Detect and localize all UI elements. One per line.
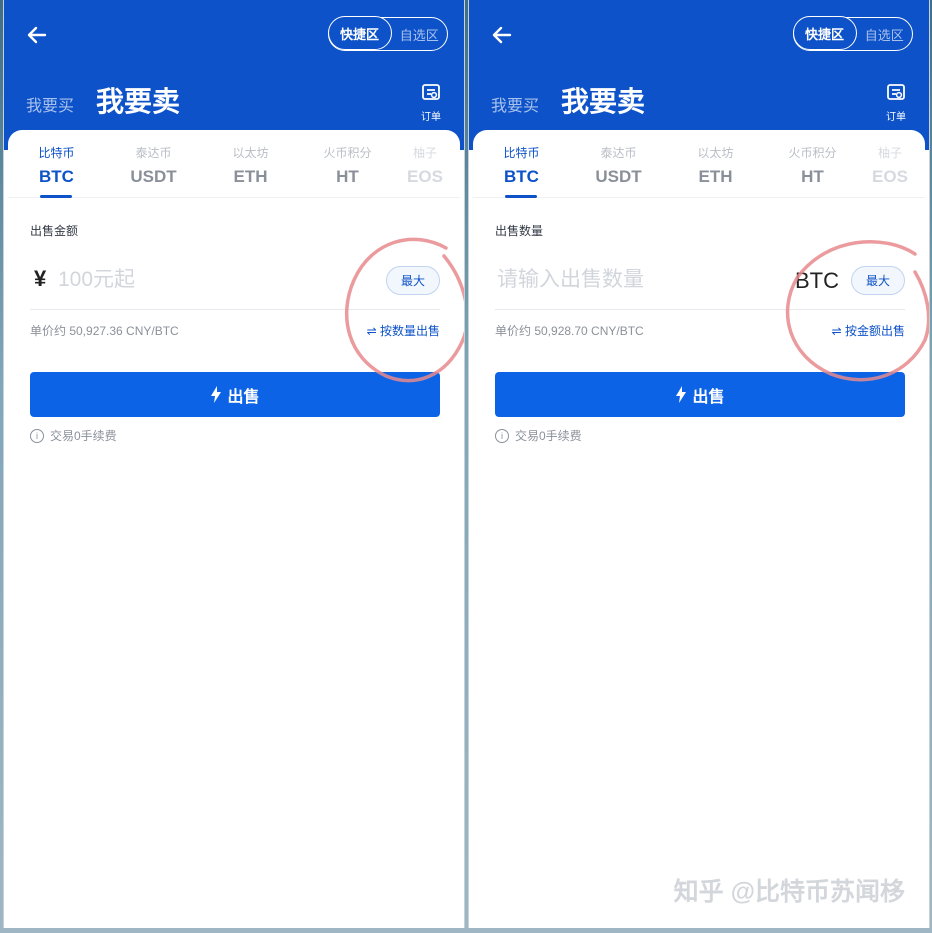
quantity-input[interactable] [497, 262, 757, 298]
buy-tab[interactable]: 我要买 [26, 92, 74, 116]
orders-button[interactable]: 订单 [881, 84, 911, 123]
field-label: 出售数量 [495, 224, 544, 238]
unit-label: BTC [795, 268, 839, 293]
fee-note-text: 交易0手续费 [50, 429, 117, 443]
coin-symbol: HT [336, 167, 359, 186]
quantity-input-row: BTC 最大 [495, 254, 905, 310]
price-row: 单价约 50,928.70 CNY/BTC ⇌ 按金额出售 [495, 322, 905, 339]
screen-sell-by-quantity: 快捷区 自选区 我要买 我要卖 订单 比特币 BTC 泰达币 USDT 以太坊 ETH… [468, 0, 930, 928]
coin-tab-eth[interactable]: 以太坊 ETH [667, 140, 764, 197]
max-button[interactable]: 最大 [851, 266, 905, 295]
info-icon: i [30, 428, 44, 443]
coin-tab-usdt[interactable]: 泰达币 USDT [105, 140, 202, 197]
quick-zone-tab[interactable]: 快捷区 [327, 16, 392, 51]
orders-label: 订单 [886, 112, 906, 123]
coin-cn-name: 火币积分 [323, 146, 372, 160]
coin-cn-name: 柚子 [877, 146, 902, 160]
coin-tab-eth[interactable]: 以太坊 ETH [202, 140, 299, 197]
amount-input[interactable] [58, 262, 308, 298]
coin-symbol: EOS [407, 167, 443, 186]
switch-label: 按金额出售 [844, 324, 905, 338]
sell-button[interactable]: 出售 [30, 372, 440, 417]
coin-cn-name: 泰达币 [600, 146, 637, 160]
fee-note: i 交易0手续费 [495, 427, 582, 444]
orders-button[interactable]: 订单 [416, 84, 446, 123]
top-header: 快捷区 自选区 我要买 我要卖 订单 [4, 0, 464, 150]
coin-symbol: USDT [595, 167, 642, 186]
fee-note-text: 交易0手续费 [515, 429, 582, 443]
switch-mode-link[interactable]: ⇌ 按数量出售 [367, 322, 440, 339]
coin-symbol: BTC [504, 167, 539, 186]
top-header: 快捷区 自选区 我要买 我要卖 订单 [469, 0, 929, 150]
coin-tabs: 比特币 BTC 泰达币 USDT 以太坊 ETH 火币积分 HT 柚子 EOS [8, 140, 460, 198]
quick-zone-tab[interactable]: 快捷区 [792, 16, 857, 51]
unit-price: 单价约 50,928.70 CNY/BTC [495, 324, 644, 338]
max-button[interactable]: 最大 [386, 266, 440, 295]
orders-icon [887, 84, 905, 100]
coin-symbol: EOS [872, 167, 908, 186]
switch-mode-link[interactable]: ⇌ 按金额出售 [832, 322, 905, 339]
zone-toggle: 快捷区 自选区 [792, 16, 913, 51]
coin-cn-name: 泰达币 [135, 146, 172, 160]
coin-symbol: ETH [233, 167, 268, 186]
coin-cn-name: 火币积分 [788, 146, 837, 160]
orders-icon [422, 84, 440, 100]
select-zone-tab[interactable]: 自选区 [392, 25, 448, 44]
coin-tab-ht[interactable]: 火币积分 HT [764, 140, 861, 197]
field-label: 出售金额 [30, 224, 79, 238]
coin-tab-ht[interactable]: 火币积分 HT [299, 140, 396, 197]
unit-price: 单价约 50,927.36 CNY/BTC [30, 324, 179, 338]
arrow-left-icon [27, 26, 47, 44]
coin-symbol: HT [801, 167, 824, 186]
arrow-left-icon [492, 26, 512, 44]
sell-button-label: 出售 [227, 388, 260, 406]
price-row: 单价约 50,927.36 CNY/BTC ⇌ 按数量出售 [30, 322, 440, 339]
coin-tabs: 比特币 BTC 泰达币 USDT 以太坊 ETH 火币积分 HT 柚子 EOS [473, 140, 925, 198]
back-button[interactable] [487, 20, 517, 50]
amount-input-row: ¥ 最大 [30, 254, 440, 310]
swap-icon: ⇌ [831, 324, 845, 338]
switch-label: 按数量出售 [379, 324, 440, 338]
lightning-icon [676, 386, 687, 403]
lightning-icon [211, 386, 222, 403]
sell-title: 我要卖 [561, 86, 646, 117]
sell-card: 比特币 BTC 泰达币 USDT 以太坊 ETH 火币积分 HT 柚子 EOS 出售数量 … [473, 130, 925, 928]
orders-label: 订单 [421, 112, 441, 123]
screen-sell-by-amount: 快捷区 自选区 我要买 我要卖 订单 比特币 BTC 泰达币 USDT 以太坊 ETH… [3, 0, 465, 928]
coin-tab-btc[interactable]: 比特币 BTC [473, 140, 570, 198]
coin-tab-eos[interactable]: 柚子 EOS [861, 140, 919, 197]
coin-tab-btc[interactable]: 比特币 BTC [8, 140, 105, 198]
swap-icon: ⇌ [366, 324, 380, 338]
coin-cn-name: 柚子 [412, 146, 437, 160]
currency-symbol: ¥ [34, 266, 47, 291]
coin-tab-eos[interactable]: 柚子 EOS [396, 140, 454, 197]
coin-cn-name: 比特币 [38, 146, 75, 160]
sell-button-label: 出售 [692, 388, 725, 406]
coin-cn-name: 以太坊 [697, 146, 734, 160]
info-icon: i [495, 428, 509, 443]
select-zone-tab[interactable]: 自选区 [857, 25, 913, 44]
sell-button[interactable]: 出售 [495, 372, 905, 417]
coin-symbol: ETH [698, 167, 733, 186]
zone-toggle: 快捷区 自选区 [327, 16, 448, 51]
coin-cn-name: 比特币 [503, 146, 540, 160]
fee-note: i 交易0手续费 [30, 427, 117, 444]
coin-symbol: BTC [39, 167, 74, 186]
coin-tab-usdt[interactable]: 泰达币 USDT [570, 140, 667, 197]
back-button[interactable] [22, 20, 52, 50]
coin-cn-name: 以太坊 [232, 146, 269, 160]
buy-tab[interactable]: 我要买 [491, 92, 539, 116]
sell-card: 比特币 BTC 泰达币 USDT 以太坊 ETH 火币积分 HT 柚子 EOS 出售金额 … [8, 130, 460, 928]
watermark: 知乎 @比特币苏闻栘 [673, 878, 905, 906]
sell-title: 我要卖 [96, 86, 181, 117]
coin-symbol: USDT [130, 167, 177, 186]
